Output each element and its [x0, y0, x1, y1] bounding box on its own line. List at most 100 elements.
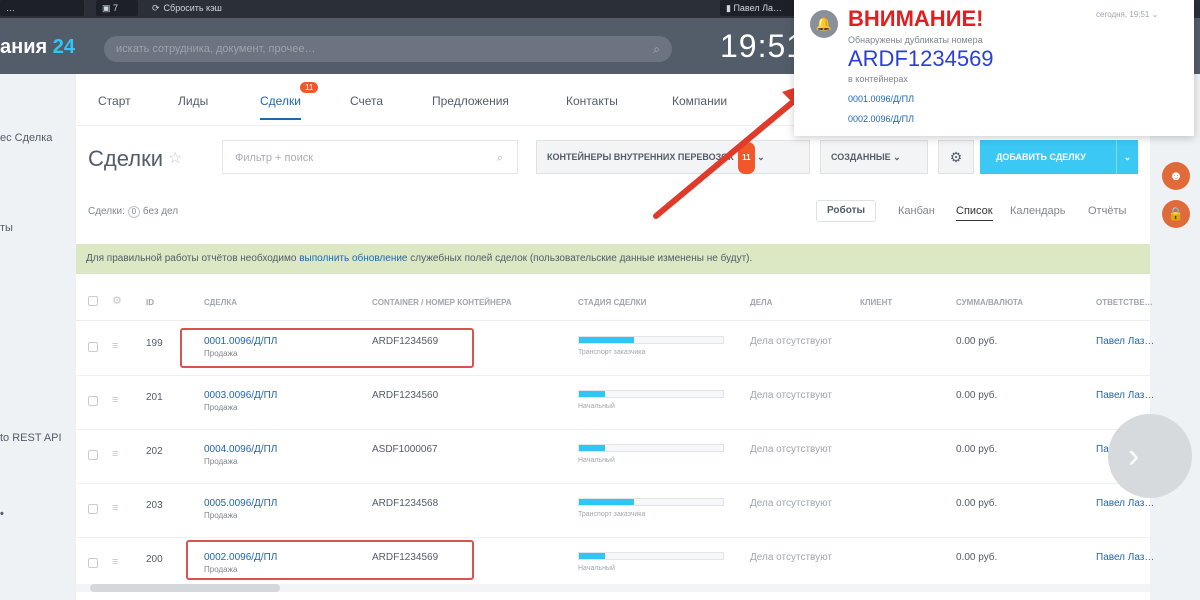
row-id: 201 [146, 392, 163, 403]
stage-bar[interactable] [578, 444, 724, 452]
alert-in-containers: в контейнерах [848, 74, 908, 84]
top-button-counter[interactable]: ▣ 7 [96, 0, 138, 16]
row-id: 202 [146, 446, 163, 457]
gear-icon: ⚙ [949, 149, 963, 165]
menu-icon[interactable]: ≡ [112, 556, 118, 568]
row-checkbox[interactable] [88, 342, 98, 352]
menu-icon[interactable]: ≡ [112, 448, 118, 460]
alert-deal-link[interactable]: 0001.0096/Д/ПЛ [848, 94, 914, 104]
tab-deals[interactable]: Сделки [260, 94, 301, 120]
created-filter-button[interactable]: созданные ⌄ [820, 140, 928, 174]
user-icon[interactable]: ☻ [1162, 162, 1190, 190]
deal-link[interactable]: 0004.0096/Д/ПЛ [204, 444, 277, 455]
chevron-down-icon: ⌄ [757, 152, 765, 162]
search-input[interactable]: искать сотрудника, документ, прочее… ⌕ [104, 36, 672, 62]
gear-icon[interactable]: ⚙ [112, 294, 122, 307]
column-container[interactable]: Container / номер контейнера [372, 298, 512, 307]
stage-bar[interactable] [578, 498, 724, 506]
horizontal-scrollbar[interactable] [76, 584, 1150, 592]
view-kanban[interactable]: Канбан [898, 205, 935, 217]
select-all-checkbox[interactable] [88, 296, 98, 306]
row-tasks: Дела отсутствуют [750, 444, 832, 455]
row-sum: 0.00 руб. [956, 336, 998, 347]
stage-bar[interactable] [578, 390, 724, 398]
menu-icon[interactable]: ≡ [112, 340, 118, 352]
alert-title: ВНИМАНИЕ! [848, 6, 984, 31]
sidebar-item-deal-process[interactable]: ес Сделка [0, 132, 52, 144]
sync-link[interactable]: ⟳ Сбросить кэш [152, 0, 222, 16]
header-divider [76, 320, 1150, 321]
row-id: 199 [146, 338, 163, 349]
update-link[interactable]: выполнить обновление [299, 253, 407, 264]
container-number: ARDF1234568 [372, 498, 439, 509]
row-owner[interactable]: Павел Лаз… [1096, 498, 1154, 509]
tab-leads[interactable]: Лиды [178, 94, 208, 108]
duplicate-highlight [180, 328, 474, 368]
row-checkbox[interactable] [88, 450, 98, 460]
row-id: 203 [146, 500, 163, 511]
tab-companies[interactable]: Компании [672, 94, 727, 108]
menu-icon[interactable]: ≡ [112, 394, 118, 406]
row-sum: 0.00 руб. [956, 444, 998, 455]
row-tasks: Дела отсутствуют [750, 498, 832, 509]
table-row[interactable]: ≡ 202 0004.0096/Д/ПЛ Продажа ASDF1000067… [76, 430, 1154, 484]
sidebar-item-reports[interactable]: ты [0, 222, 13, 234]
alert-subtitle: Обнаружены дубликаты номера [848, 35, 983, 45]
settings-button[interactable]: ⚙ [938, 140, 974, 174]
view-list[interactable]: Список [956, 205, 993, 221]
filter-input[interactable]: Фильтр + поиск ⌕ [222, 140, 518, 174]
row-checkbox[interactable] [88, 558, 98, 568]
row-sum: 0.00 руб. [956, 498, 998, 509]
clock: 19:51 [720, 28, 806, 64]
star-icon[interactable]: ☆ [168, 148, 182, 168]
stage-bar[interactable] [578, 552, 724, 560]
close-icon[interactable]: ⌄ [1152, 10, 1159, 19]
view-calendar[interactable]: Календарь [1010, 205, 1066, 217]
row-owner[interactable]: Павел Лаз… [1096, 336, 1154, 347]
stage-bar[interactable] [578, 336, 724, 344]
tab-invoices[interactable]: Счета [350, 94, 383, 108]
column-tasks[interactable]: Дела [750, 298, 772, 307]
column-stage[interactable]: Стадия сделки [578, 298, 646, 307]
view-reports[interactable]: Отчёты [1088, 205, 1126, 217]
robots-button[interactable]: Роботы [816, 200, 877, 222]
user-button[interactable]: ▮ Павел Ла… [720, 0, 796, 16]
tab-start[interactable]: Старт [98, 94, 131, 108]
column-id[interactable]: ID [146, 298, 154, 307]
menu-icon[interactable]: ≡ [112, 502, 118, 514]
deal-link[interactable]: 0005.0096/Д/ПЛ [204, 498, 277, 509]
lock-icon[interactable]: 🔒 [1162, 200, 1190, 228]
stage-label: Начальный [578, 457, 615, 464]
top-button-1[interactable]: …остигрирование [0, 0, 84, 29]
row-tasks: Дела отсутствуют [750, 390, 832, 401]
column-sum[interactable]: Сумма/валюта [956, 298, 1023, 307]
add-deal-button[interactable]: добавить сделку ⌄ [980, 140, 1138, 174]
deals-badge: 11 [300, 82, 319, 93]
next-arrow-icon[interactable]: › [1108, 414, 1192, 498]
row-checkbox[interactable] [88, 396, 98, 406]
calendar-icon: ▣ [102, 3, 114, 13]
category-button[interactable]: контейнеры внутренних перевозок 11 ⌄ [536, 140, 810, 174]
row-owner[interactable]: Павел Лаз… [1096, 552, 1154, 563]
alert-deal-link[interactable]: 0002.0096/Д/ПЛ [848, 114, 914, 124]
row-checkbox[interactable] [88, 504, 98, 514]
column-owner[interactable]: Ответстве… [1096, 298, 1153, 307]
stage-label: Транспорт заказчика [578, 349, 646, 356]
row-owner[interactable]: Павел Лаз… [1096, 390, 1154, 401]
sidebar-bullet: • [0, 508, 4, 520]
table-row[interactable]: ≡ 203 0005.0096/Д/ПЛ Продажа ARDF1234568… [76, 484, 1154, 538]
tab-contacts[interactable]: Контакты [566, 94, 618, 108]
logo[interactable]: ания 24 [0, 36, 75, 59]
column-client[interactable]: Клиент [860, 298, 892, 307]
scrollbar-thumb[interactable] [90, 584, 280, 592]
deal-link[interactable]: 0003.0096/Д/ПЛ [204, 390, 277, 401]
chevron-down-icon[interactable]: ⌄ [1116, 140, 1138, 174]
deal-type: Продажа [204, 403, 238, 412]
sidebar-item-rest-api[interactable]: to REST API [0, 432, 62, 444]
column-deal[interactable]: Сделка [204, 298, 237, 307]
container-number: ASDF1000067 [372, 444, 438, 455]
duplicate-alert-popup: 🔔 ВНИМАНИЕ! сегодня, 19:51 ⌄ Обнаружены … [794, 0, 1194, 136]
row-tasks: Дела отсутствуют [750, 336, 832, 347]
tab-quotes[interactable]: Предложения [432, 94, 509, 108]
table-row[interactable]: ≡ 201 0003.0096/Д/ПЛ Продажа ARDF1234560… [76, 376, 1154, 430]
